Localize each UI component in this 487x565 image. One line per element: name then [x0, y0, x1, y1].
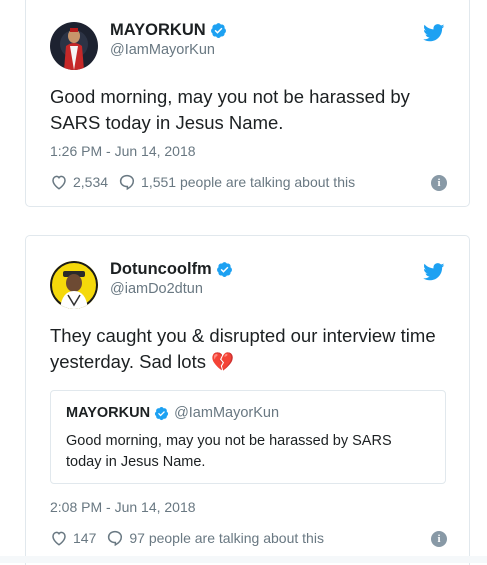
broken-heart-emoji: 💔: [211, 351, 235, 372]
quoted-tweet[interactable]: MAYORKUN @IamMayorKun Good morning, may …: [50, 390, 446, 484]
tweet-author-name[interactable]: Dotuncoolfm: [110, 260, 212, 279]
tweet-text-body: They caught you & disrupted our intervie…: [50, 325, 436, 372]
quoted-tweet-text: Good morning, may you not be harassed by…: [66, 433, 392, 470]
heart-icon[interactable]: [50, 173, 68, 191]
reply-icon[interactable]: [118, 173, 136, 191]
info-icon[interactable]: i: [431, 175, 447, 191]
talking-about-link[interactable]: 97 people are talking about this: [129, 530, 324, 546]
quoted-author-handle: @IamMayorKun: [174, 405, 280, 421]
tweet-text: Good morning, may you not be harassed by…: [50, 86, 410, 133]
tweet-card-dotuncoolfm[interactable]: Dotuncoolfm @iamDo2dtun They caught you …: [25, 235, 470, 565]
page-bottom-strip: [0, 556, 487, 563]
verified-badge-icon: [216, 262, 232, 277]
tweet-card-mayorkun[interactable]: MAYORKUN @IamMayorKun Good morning, may …: [25, 0, 470, 207]
tweet-author-handle[interactable]: @iamDo2dtun: [110, 281, 203, 297]
info-icon[interactable]: i: [431, 531, 447, 547]
twitter-bird-icon[interactable]: [423, 263, 445, 281]
reply-icon[interactable]: [106, 529, 124, 547]
avatar-dotuncoolfm[interactable]: [50, 261, 98, 309]
avatar-mayorkun[interactable]: [50, 22, 98, 70]
heart-icon[interactable]: [50, 529, 68, 547]
like-count[interactable]: 2,534: [73, 174, 108, 190]
tweet-author-handle[interactable]: @IamMayorKun: [110, 42, 215, 58]
tweet-timestamp[interactable]: 1:26 PM - Jun 14, 2018: [50, 143, 196, 159]
talking-about-link[interactable]: 1,551 people are talking about this: [141, 174, 355, 190]
quoted-author-name: MAYORKUN: [66, 405, 151, 421]
verified-badge-icon: [154, 406, 169, 420]
tweet-text: They caught you & disrupted our intervie…: [50, 323, 449, 375]
twitter-bird-icon[interactable]: [423, 24, 445, 42]
verified-badge-icon: [210, 23, 226, 38]
tweet-author-name[interactable]: MAYORKUN: [110, 21, 206, 40]
tweet-timestamp[interactable]: 2:08 PM - Jun 14, 2018: [50, 499, 196, 515]
like-count[interactable]: 147: [73, 530, 96, 546]
